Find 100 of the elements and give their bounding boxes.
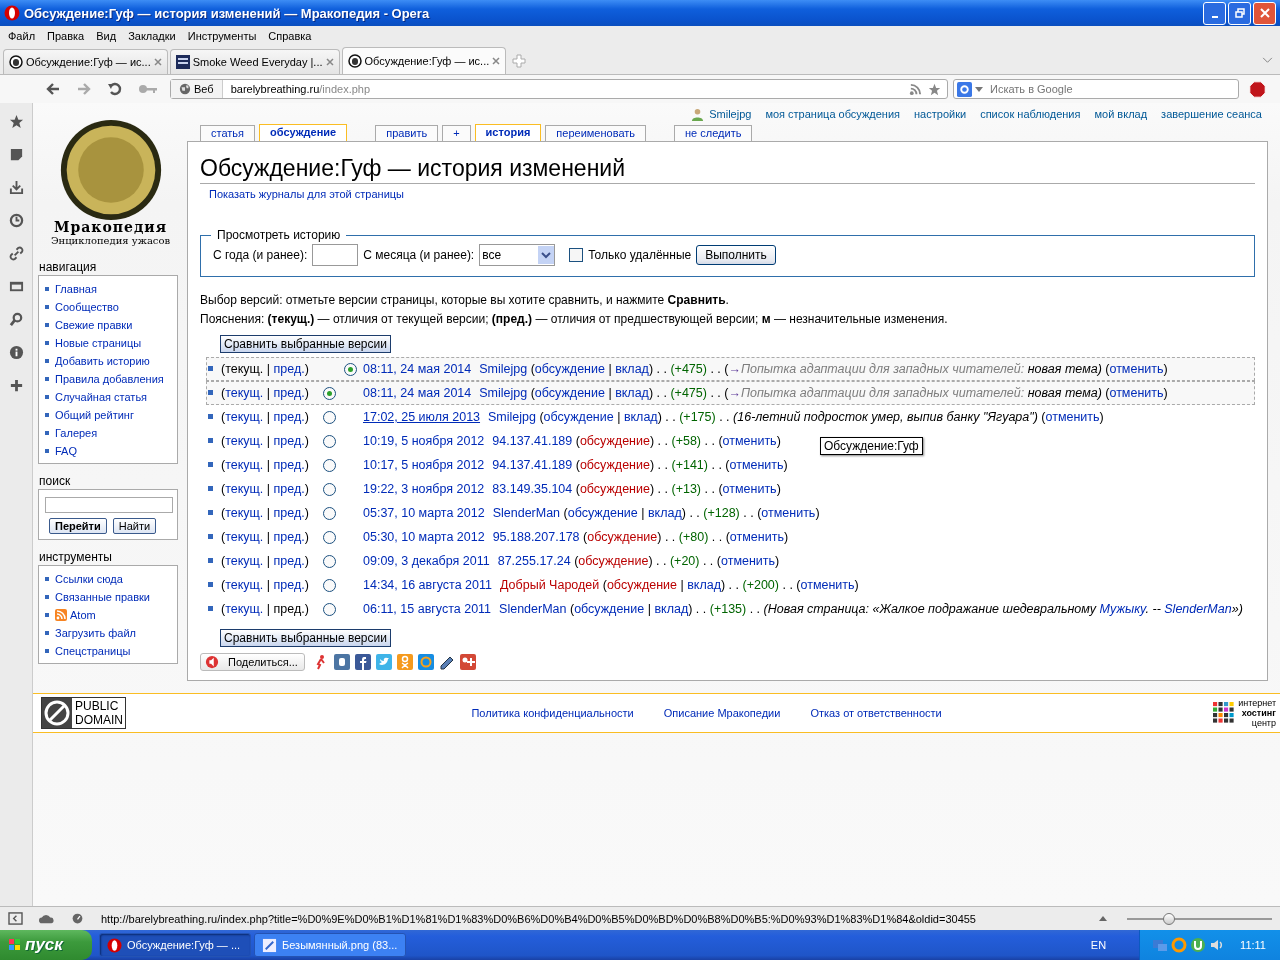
history-link[interactable]: вклад xyxy=(687,578,721,592)
sidebar-link[interactable]: Добавить историю xyxy=(55,355,150,367)
history-link[interactable]: Smilejpg xyxy=(479,362,528,376)
search-field[interactable]: Искать в Google xyxy=(953,79,1239,100)
close-icon[interactable] xyxy=(153,58,162,67)
menu-item[interactable]: Файл xyxy=(2,30,42,43)
search-input[interactable] xyxy=(45,497,173,513)
plus-icon[interactable] xyxy=(8,378,24,393)
history-link[interactable]: отменить xyxy=(761,506,816,520)
section-arrow-link[interactable]: → xyxy=(728,386,741,400)
logs-link[interactable]: Показать журналы для этой страницы xyxy=(209,188,405,200)
star-icon[interactable] xyxy=(8,114,24,129)
menu-item[interactable]: Вид xyxy=(90,30,123,43)
history-link[interactable]: пред. xyxy=(273,578,305,592)
page-tab[interactable]: + xyxy=(442,125,471,141)
sidebar-link[interactable]: Atom xyxy=(70,609,96,621)
history-link[interactable]: отменить xyxy=(721,554,776,568)
sidebar-link[interactable]: Сообщество xyxy=(55,301,119,313)
history-link[interactable]: пред. xyxy=(273,410,305,424)
history-link[interactable]: отменить xyxy=(1045,410,1100,424)
history-link[interactable]: вклад xyxy=(623,410,658,424)
menu-item[interactable]: Инструменты xyxy=(181,30,263,43)
history-link[interactable]: пред. xyxy=(273,482,305,496)
slider-thumb[interactable] xyxy=(1162,912,1175,925)
caret-icon[interactable] xyxy=(1099,916,1107,921)
footer-link[interactable]: Политика конфиденциальности xyxy=(471,707,634,719)
history-link[interactable]: текущ. xyxy=(225,386,264,400)
sidebar-link[interactable]: Ссылки сюда xyxy=(55,573,123,585)
history-link[interactable]: пред. xyxy=(273,554,305,568)
history-link[interactable]: пред. xyxy=(273,530,305,544)
restore-button[interactable] xyxy=(1228,1,1251,25)
checkbox[interactable] xyxy=(569,248,584,262)
link-icon[interactable] xyxy=(8,246,24,261)
radio-button[interactable] xyxy=(323,530,336,544)
history-link[interactable]: отменить xyxy=(729,458,784,472)
reload-icon[interactable] xyxy=(107,81,123,98)
personal-link[interactable]: моя страница обсуждения xyxy=(765,108,901,120)
missing-page-link[interactable]: обсуждение xyxy=(606,578,677,592)
radio-button[interactable] xyxy=(323,458,336,472)
speedometer-icon[interactable] xyxy=(70,912,85,925)
taskbar-button[interactable]: Безымянный.png (83... xyxy=(254,933,406,957)
hosting-badge[interactable]: интернет хостинг центр xyxy=(1213,698,1276,728)
history-link[interactable]: 83.149.35.104 xyxy=(492,482,573,496)
date-link[interactable]: 19:22, 3 ноября 2012 xyxy=(363,482,485,496)
page-tab[interactable]: не следить xyxy=(674,125,753,141)
radio-button[interactable] xyxy=(344,362,357,376)
personal-link[interactable]: мой вклад xyxy=(1094,108,1148,120)
date-link[interactable]: 08:11, 24 мая 2014 xyxy=(363,362,472,376)
radio-button[interactable] xyxy=(323,434,336,448)
sidebar-link[interactable]: Новые страницы xyxy=(55,337,142,349)
history-link[interactable]: текущ. xyxy=(225,482,264,496)
feed-icon[interactable] xyxy=(909,82,922,96)
history-link[interactable]: текущ. xyxy=(225,530,264,544)
radio-button[interactable] xyxy=(323,578,336,592)
missing-page-link[interactable]: обсуждение xyxy=(579,482,650,496)
missing-page-link[interactable]: обсуждение xyxy=(587,530,658,544)
date-link[interactable]: 17:02, 25 июля 2013 xyxy=(363,410,481,424)
history-link[interactable]: отменить xyxy=(722,434,777,448)
section-arrow-link[interactable]: → xyxy=(728,362,741,376)
history-link[interactable]: отменить xyxy=(800,578,855,592)
history-link[interactable]: 94.137.41.189 xyxy=(492,458,573,472)
history-link[interactable]: отменить xyxy=(1109,362,1164,376)
close-button[interactable] xyxy=(1253,1,1276,25)
language-indicator[interactable]: EN xyxy=(1090,939,1107,951)
browser-tab[interactable]: Обсуждение:Гуф — ис... xyxy=(341,47,507,75)
history-link[interactable]: вклад xyxy=(654,602,689,616)
menu-item[interactable]: Правка xyxy=(41,30,91,43)
footer-link[interactable]: Отказ от ответственности xyxy=(810,707,942,719)
note-icon[interactable] xyxy=(8,147,24,162)
radio-button[interactable] xyxy=(323,410,336,424)
history-link[interactable]: вклад xyxy=(615,386,649,400)
page-tab[interactable]: обсуждение xyxy=(259,124,348,141)
google-icon[interactable] xyxy=(957,81,972,97)
date-link[interactable]: 08:11, 24 мая 2014 xyxy=(363,386,472,400)
history-link[interactable]: пред. xyxy=(273,458,305,472)
history-link[interactable]: пред. xyxy=(273,506,305,520)
history-link[interactable]: обсуждение xyxy=(534,386,605,400)
sidebar-link[interactable]: Случайная статья xyxy=(55,391,148,403)
missing-page-link[interactable]: обсуждение xyxy=(578,554,649,568)
history-link[interactable]: текущ. xyxy=(225,434,264,448)
sidebar-link[interactable]: Галерея xyxy=(55,427,98,439)
personal-link[interactable]: настройки xyxy=(914,108,967,120)
star-icon[interactable] xyxy=(928,82,941,96)
torrent-icon[interactable] xyxy=(1190,937,1207,953)
info-icon[interactable] xyxy=(8,345,24,360)
public-domain-badge[interactable]: PUBLIC DOMAIN xyxy=(41,697,126,729)
history-link[interactable]: 95.188.207.178 xyxy=(492,530,580,544)
history-link[interactable]: пред. xyxy=(273,434,305,448)
date-link[interactable]: 10:19, 5 ноября 2012 xyxy=(363,434,485,448)
history-link[interactable]: отменить xyxy=(729,530,784,544)
history-link[interactable]: вклад xyxy=(647,506,682,520)
cloud-icon[interactable] xyxy=(39,912,54,925)
missing-page-link[interactable]: обсуждение xyxy=(579,434,650,448)
compare-button[interactable]: Сравнить выбранные версии xyxy=(220,335,391,353)
history-link[interactable]: текущ. xyxy=(225,410,264,424)
caret-icon[interactable] xyxy=(975,86,983,92)
address-field[interactable]: Веб barelybreathing.ru/index.php xyxy=(170,79,948,100)
history-link[interactable]: пред. xyxy=(273,386,305,400)
stop-sign-icon[interactable] xyxy=(1249,80,1266,98)
window-icon[interactable] xyxy=(8,279,24,294)
